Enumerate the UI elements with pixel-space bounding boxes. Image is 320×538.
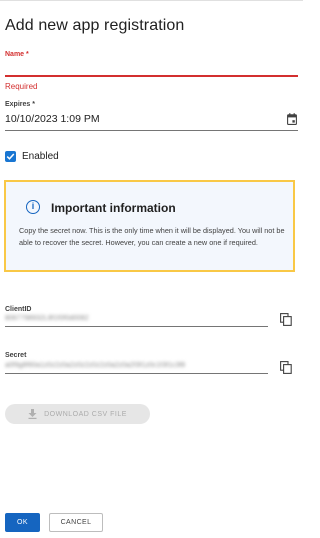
secret-label: Secret [5,352,27,359]
copy-icon[interactable] [280,361,292,374]
client-id-value: 8067798932L8f1f0f0d0082 [5,315,89,322]
client-id-underline [5,326,268,327]
info-title: Important information [51,201,176,215]
name-field-label: Name * [5,51,29,58]
enabled-checkbox[interactable] [5,151,16,162]
download-icon [28,409,37,419]
add-app-registration-dialog: Add new app registration Name * Required… [0,0,303,538]
name-error-text: Required [5,82,38,91]
copy-icon[interactable] [280,313,292,326]
info-icon: i [26,200,40,214]
client-id-label: ClientID [5,306,32,313]
expires-field-label: Expires * [5,101,35,108]
download-csv-label: DOWNLOAD CSV FILE [44,410,127,418]
cancel-button[interactable]: CANCEL [49,513,103,532]
name-input[interactable] [5,75,298,77]
enabled-label: Enabled [22,151,59,162]
ok-button[interactable]: OK [5,513,40,532]
calendar-icon[interactable] [287,113,297,125]
checkmark-icon [6,153,15,160]
expires-underline [5,130,298,131]
info-text: Copy the secret now. This is the only ti… [19,226,285,247]
expires-input[interactable]: 10/10/2023 1:09 PM [5,113,100,125]
dialog-title: Add new app registration [5,17,185,34]
secret-underline [5,373,268,374]
important-info-box: i Important information Copy the secret … [4,180,295,272]
secret-value: a0f9g8f60a1z0z2z0a2z0z2z0z2z0a2z0a2f3f1z… [5,362,186,369]
download-csv-button[interactable]: DOWNLOAD CSV FILE [5,404,150,424]
